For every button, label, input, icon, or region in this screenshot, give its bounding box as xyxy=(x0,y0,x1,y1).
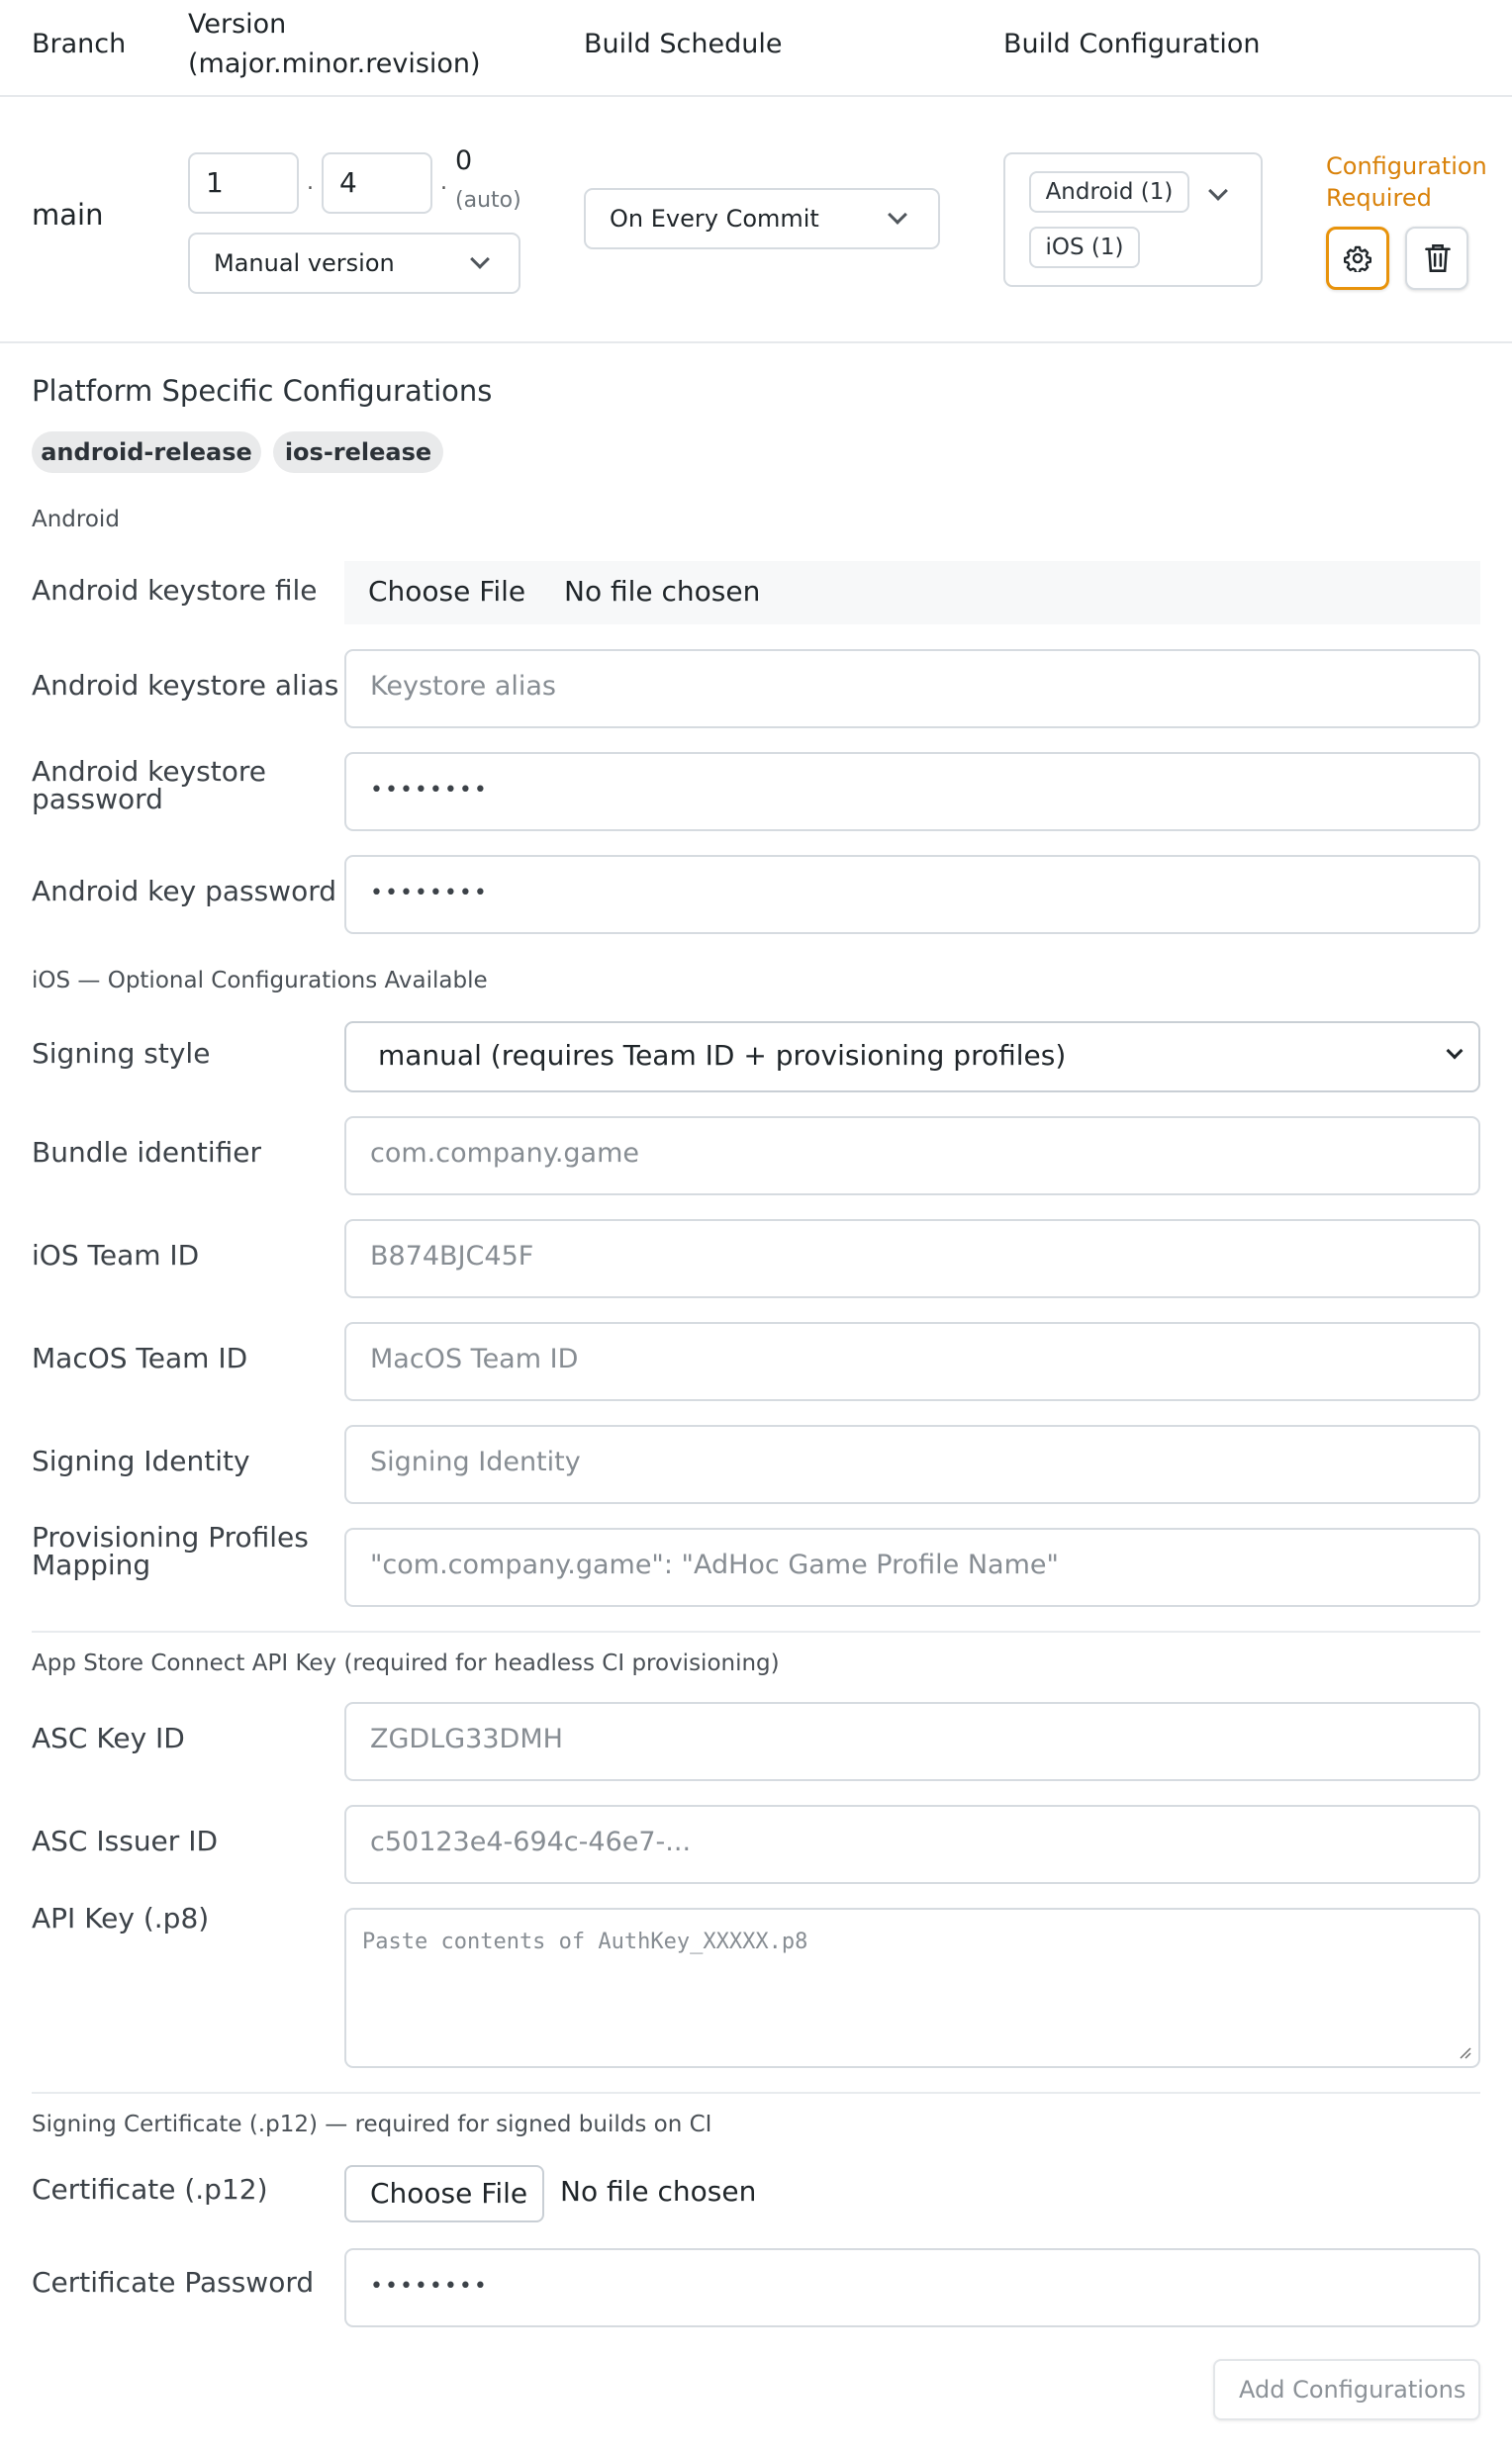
platform-configs-title: Platform Specific Configurations xyxy=(32,374,493,408)
certificate-label: Certificate (.p12) xyxy=(32,2173,268,2206)
asc-section-label: App Store Connect API Key (required for … xyxy=(32,1651,780,1676)
android-key-password-input[interactable]: •••••••• xyxy=(344,855,1480,934)
ios-team-id-value: B874BJC45F xyxy=(370,1241,534,1272)
api-key-textarea[interactable]: Paste contents of AuthKey_XXXXX.p8 xyxy=(344,1908,1480,2068)
build-configuration-select[interactable]: Android (1) iOS (1) xyxy=(1003,152,1263,287)
certificate-password-value: •••••••• xyxy=(370,2274,489,2299)
build-schedule-select[interactable]: On Every Commit xyxy=(584,188,940,249)
resize-handle-icon[interactable] xyxy=(1457,2044,1472,2060)
keystore-alias-placeholder: Keystore alias xyxy=(370,671,556,702)
ios-team-id-input[interactable]: B874BJC45F xyxy=(344,1219,1480,1298)
version-minor-value: 4 xyxy=(339,166,357,199)
signing-identity-placeholder: Signing Identity xyxy=(370,1447,581,1477)
column-header-version: Version xyxy=(188,9,287,40)
bundle-identifier-label: Bundle identifier xyxy=(32,1136,262,1169)
key-password-value: •••••••• xyxy=(370,881,489,905)
ios-section-label: iOS — Optional Configurations Available xyxy=(32,968,488,993)
version-separator: . xyxy=(307,170,314,195)
trash-icon xyxy=(1425,244,1451,272)
signing-style-label: Signing style xyxy=(32,1037,211,1070)
version-revision-value: 0 xyxy=(455,145,473,176)
version-revision-auto: (auto) xyxy=(455,188,521,213)
tab-ios-release[interactable]: ios-release xyxy=(273,431,443,473)
macos-team-id-placeholder: MacOS Team ID xyxy=(370,1344,579,1374)
version-major-input[interactable]: 1 xyxy=(188,152,299,214)
label-line-2: Mapping xyxy=(32,1549,151,1581)
chevron-down-icon xyxy=(470,249,490,269)
no-file-chosen-text: No file chosen xyxy=(564,575,761,608)
choose-file-label: Choose File xyxy=(370,2177,528,2210)
chevron-down-icon xyxy=(1208,181,1228,201)
row-divider xyxy=(0,341,1512,343)
signing-style-value: manual (requires Team ID + provisioning … xyxy=(378,1039,1067,1072)
ios-team-id-label: iOS Team ID xyxy=(32,1239,200,1272)
macos-team-id-label: MacOS Team ID xyxy=(32,1342,248,1374)
warning-line-1: Configuration xyxy=(1326,152,1487,180)
keystore-password-value: •••••••• xyxy=(370,778,489,802)
configure-button[interactable] xyxy=(1326,227,1389,290)
configuration-required-warning: Configuration Required xyxy=(1326,150,1487,214)
provisioning-profiles-label: Provisioning Profiles Mapping xyxy=(32,1524,309,1579)
label-line-1: Android keystore xyxy=(32,755,266,788)
tab-android-release[interactable]: android-release xyxy=(32,431,261,473)
version-separator-2: . xyxy=(440,170,447,195)
cert-section-label: Signing Certificate (.p12) — required fo… xyxy=(32,2112,712,2137)
android-section-label: Android xyxy=(32,507,120,532)
column-header-branch: Branch xyxy=(32,29,127,59)
add-configurations-label: Add Configurations xyxy=(1239,2376,1466,2404)
signing-identity-label: Signing Identity xyxy=(32,1445,250,1477)
macos-team-id-input[interactable]: MacOS Team ID xyxy=(344,1322,1480,1401)
asc-issuer-id-label: ASC Issuer ID xyxy=(32,1825,219,1857)
provisioning-profiles-placeholder: "com.company.game": "AdHoc Game Profile … xyxy=(370,1550,1059,1580)
add-configurations-button[interactable]: Add Configurations xyxy=(1213,2359,1480,2420)
asc-key-id-input[interactable]: ZGDLG33DMH xyxy=(344,1702,1480,1781)
version-mode-value: Manual version xyxy=(214,249,395,277)
bundle-identifier-input[interactable]: com.company.game xyxy=(344,1116,1480,1195)
android-keystore-password-input[interactable]: •••••••• xyxy=(344,752,1480,831)
version-mode-select[interactable]: Manual version xyxy=(188,233,520,294)
config-chip-android[interactable]: Android (1) xyxy=(1029,171,1189,213)
version-major-value: 1 xyxy=(206,166,224,199)
certificate-choose-file-button[interactable]: Choose File xyxy=(344,2165,544,2222)
android-key-password-label: Android key password xyxy=(32,875,336,907)
android-keystore-alias-input[interactable]: Keystore alias xyxy=(344,649,1480,728)
column-header-build-configuration: Build Configuration xyxy=(1003,29,1261,59)
chevron-down-icon xyxy=(888,205,907,225)
config-chip-ios[interactable]: iOS (1) xyxy=(1029,227,1140,268)
chevron-down-icon xyxy=(1446,1042,1464,1060)
api-key-placeholder: Paste contents of AuthKey_XXXXX.p8 xyxy=(362,1930,808,1954)
choose-file-button[interactable]: Choose File xyxy=(368,575,525,608)
branch-name: main xyxy=(32,198,104,232)
asc-key-id-label: ASC Key ID xyxy=(32,1722,185,1754)
build-schedule-value: On Every Commit xyxy=(610,205,819,233)
gear-icon xyxy=(1344,245,1371,272)
signing-style-select[interactable]: manual (requires Team ID + provisioning … xyxy=(344,1021,1480,1092)
asc-key-id-value: ZGDLG33DMH xyxy=(370,1724,563,1754)
version-minor-input[interactable]: 4 xyxy=(322,152,432,214)
label-line-2: password xyxy=(32,783,163,815)
column-header-build-schedule: Build Schedule xyxy=(584,29,783,59)
warning-line-2: Required xyxy=(1326,184,1432,212)
header-divider xyxy=(0,95,1512,97)
section-divider xyxy=(32,2092,1480,2094)
certificate-password-label: Certificate Password xyxy=(32,2266,315,2299)
section-divider xyxy=(32,1631,1480,1633)
column-header-version-format: (major.minor.revision) xyxy=(188,48,481,79)
certificate-no-file-text: No file chosen xyxy=(560,2175,757,2208)
provisioning-profiles-input[interactable]: "com.company.game": "AdHoc Game Profile … xyxy=(344,1528,1480,1607)
android-keystore-file-label: Android keystore file xyxy=(32,574,318,607)
api-key-label: API Key (.p8) xyxy=(32,1902,210,1935)
certificate-password-input[interactable]: •••••••• xyxy=(344,2248,1480,2327)
signing-identity-input[interactable]: Signing Identity xyxy=(344,1425,1480,1504)
delete-button[interactable] xyxy=(1405,227,1468,290)
asc-issuer-id-value: c50123e4-694c-46e7-... xyxy=(370,1827,692,1857)
asc-issuer-id-input[interactable]: c50123e4-694c-46e7-... xyxy=(344,1805,1480,1884)
android-keystore-alias-label: Android keystore alias xyxy=(32,669,339,702)
android-keystore-password-label: Android keystore password xyxy=(32,758,266,813)
android-keystore-file-input[interactable]: Choose File No file chosen xyxy=(344,561,1480,624)
label-line-1: Provisioning Profiles xyxy=(32,1521,309,1554)
bundle-identifier-placeholder: com.company.game xyxy=(370,1138,640,1169)
